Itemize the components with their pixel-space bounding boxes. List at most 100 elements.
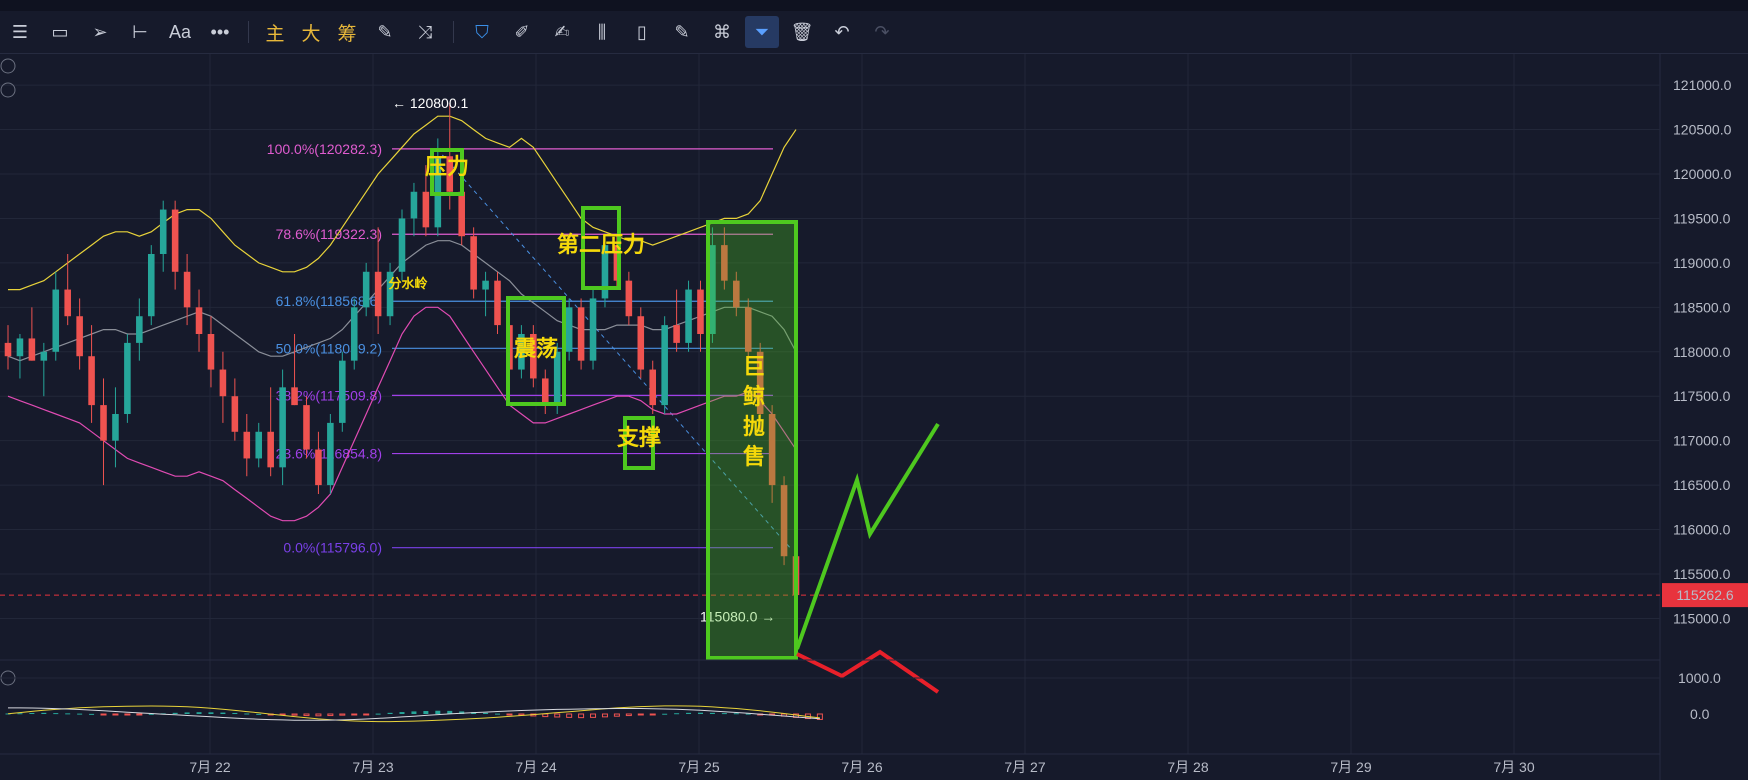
whale-selloff-box[interactable] [706,220,798,660]
y-tick-label: 119000.0 [1673,255,1731,271]
candle-body[interactable] [673,325,680,343]
candle-body[interactable] [470,236,477,290]
x-tick-label: 7月 29 [1330,759,1371,775]
main-indicator-icon[interactable]: 主 [260,16,290,48]
candle-body[interactable] [661,325,668,406]
menu-icon[interactable]: ☰ [3,16,37,48]
candle-body[interactable] [76,316,83,357]
macd-tick-label: 0.0 [1690,706,1710,722]
candle-body[interactable] [112,414,119,441]
x-tick-label: 7月 30 [1493,759,1534,775]
x-tick-label: 7月 28 [1167,759,1208,775]
edit-indicator-icon[interactable]: ✎ [368,16,402,48]
undo-icon[interactable]: ↶ [825,16,859,48]
filter-icon[interactable]: ⏷ [745,16,779,48]
macd-histogram-bar [208,712,214,714]
candle-body[interactable] [589,298,597,361]
ruler-icon[interactable]: ✐ [505,16,539,48]
rectangle-icon[interactable]: ▭ [43,16,77,48]
y-tick-label: 116000.0 [1673,522,1731,538]
candle-body[interactable] [339,360,346,423]
candle-body[interactable] [410,191,418,219]
candle-body[interactable] [16,338,24,357]
cursor-icon[interactable]: ➢ [83,16,117,48]
candle-body[interactable] [541,378,549,406]
candle-body[interactable] [374,271,382,317]
candle-body[interactable] [231,396,239,432]
candle-body[interactable] [171,209,179,272]
macd-histogram-bar [411,711,417,714]
macd-histogram-bar [29,712,35,714]
candle-body[interactable] [422,191,430,228]
candle-body[interactable] [494,280,501,326]
watershed-label: 分水岭 [388,276,427,292]
magnet-icon[interactable]: ⌘ [705,16,739,48]
x-tick-label: 7月 26 [841,759,882,775]
redo-icon[interactable]: ↷ [865,16,899,48]
candle-body[interactable] [625,280,633,317]
price-chart[interactable]: 115000.0 115500.0 116000.0 116500.0 117000.0… [0,54,1748,780]
candle-body[interactable] [207,334,215,370]
draw-tool-icon[interactable]: ⤨ [408,16,442,48]
candle-body[interactable] [362,271,370,308]
candle-body[interactable] [219,369,227,397]
fib-level-label: 78.6%(119322.3) [276,226,382,242]
candle-body[interactable] [52,289,60,352]
macd-histogram-bar [387,712,393,714]
large-indicator-icon[interactable]: 大 [296,16,326,48]
bookmark-icon[interactable]: ⛉ [465,16,499,48]
candle-body[interactable] [685,289,692,343]
candle-body[interactable] [28,338,36,361]
pen-icon[interactable]: ✍ [545,16,579,48]
candle-body[interactable] [697,289,704,334]
candle-body[interactable] [243,431,251,459]
candle-body[interactable] [458,191,465,237]
last-price-value: 115262.6 [1676,587,1734,603]
chips-indicator-icon[interactable]: 筹 [332,16,362,48]
note-icon[interactable]: ✎ [665,16,699,48]
whale-selloff-label: 鲸 [743,384,765,410]
candle-body[interactable] [279,387,286,468]
macd-histogram-bar [435,710,441,714]
candle-body[interactable] [577,307,585,361]
candle-body[interactable] [350,307,358,361]
candle-body[interactable] [637,316,645,370]
candle-body[interactable] [565,307,573,352]
candle-body[interactable] [398,218,406,272]
candle-body[interactable] [183,271,191,308]
candle-body[interactable] [315,449,322,486]
candle-body[interactable] [40,351,48,361]
candle-body[interactable] [255,431,263,459]
candle-body[interactable] [649,369,657,406]
candle-body[interactable] [124,342,131,414]
candle-body[interactable] [267,431,274,468]
horizontal-line-icon[interactable]: ⊢ [123,16,157,48]
more-icon[interactable]: ••• [203,16,237,48]
y-tick-label: 117500.0 [1673,388,1731,404]
macd-histogram-bar [172,712,178,714]
candle-body[interactable] [195,307,203,334]
macd-histogram-bar [53,713,59,715]
y-tick-label: 120500.0 [1673,122,1732,138]
candle-body[interactable] [291,387,298,406]
candle-body[interactable] [327,422,334,486]
text-tool-icon[interactable]: Aa [163,16,197,48]
candle-body[interactable] [88,356,95,406]
clipboard-icon[interactable]: ▯ [625,16,659,48]
macd-histogram-bar [41,712,47,714]
trash-icon[interactable]: 🗑 [785,16,819,48]
candle-body[interactable] [100,405,107,441]
candle-body[interactable] [4,342,12,357]
candle-body[interactable] [482,280,489,290]
candle-body[interactable] [136,316,143,343]
candle-body[interactable] [147,254,155,317]
candles-icon[interactable]: ⫼ [585,16,619,48]
macd-histogram-bar [375,713,381,715]
whale-selloff-label: 巨 [743,355,765,380]
candle-body[interactable] [64,289,71,317]
macd-histogram-bar [662,713,668,715]
candle-body[interactable] [159,209,167,254]
fib-level-label: 0.0%(115796.0) [283,540,382,556]
macd-histogram-bar [483,712,489,714]
candle-body[interactable] [303,405,310,450]
